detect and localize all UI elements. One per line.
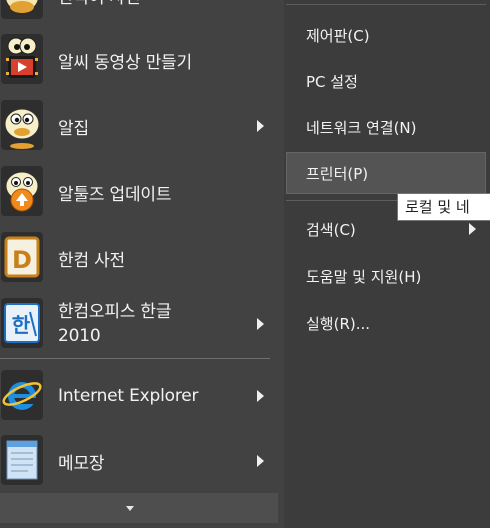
program-label-line2: 2010 — [58, 326, 101, 346]
program-label: 메모장 — [58, 453, 105, 474]
program-label: 알툴즈 업데이트 — [58, 184, 172, 205]
program-item-hancom-dictionary[interactable]: D 한컴 사전 — [0, 227, 282, 289]
program-label: 한국어 사전 — [58, 0, 141, 26]
link-pc-settings[interactable]: PC 설정 — [286, 62, 486, 100]
altools-update-icon — [0, 164, 44, 218]
program-label: 한컴오피스 한글 2010 — [58, 293, 171, 355]
program-label: Internet Explorer — [58, 386, 199, 406]
link-label: 프린터(P) — [306, 164, 369, 183]
program-item-alzip[interactable]: 알집 — [0, 95, 282, 157]
program-item-hancom-hangul[interactable]: 한 한컴오피스 한글 2010 — [0, 293, 282, 355]
hancom-dictionary-icon: D — [0, 230, 44, 284]
program-item-partial[interactable]: 한국어 사전 — [0, 0, 282, 26]
program-label: 알씨 동영상 만들기 — [58, 52, 192, 73]
link-label: 실행(R)... — [306, 314, 371, 333]
link-label: PC 설정 — [306, 72, 358, 91]
program-label: 한컴 사전 — [58, 250, 125, 271]
link-control-panel[interactable]: 제어판(C) — [286, 16, 486, 54]
separator — [0, 358, 270, 359]
program-item-altools-update[interactable]: 알툴즈 업데이트 — [0, 161, 282, 223]
program-item-internet-explorer[interactable]: Internet Explorer — [0, 365, 282, 427]
link-label: 검색(C) — [306, 220, 356, 239]
submenu-arrow-icon — [257, 120, 264, 132]
link-label: 제어판(C) — [306, 26, 370, 45]
link-label: 네트워크 연결(N) — [306, 118, 417, 137]
link-help-support[interactable]: 도움말 및 지원(H) — [286, 257, 486, 295]
link-run[interactable]: 실행(R)... — [286, 304, 486, 342]
submenu-arrow-icon — [257, 455, 264, 467]
program-item-notepad[interactable]: 메모장 — [0, 430, 282, 492]
program-label-line1: 한컴오피스 한글 — [58, 302, 172, 322]
link-label: 도움말 및 지원(H) — [306, 267, 422, 286]
submenu-arrow-icon — [257, 318, 264, 330]
separator — [286, 4, 486, 5]
alzip-mascot-icon — [0, 0, 44, 21]
scroll-down-button[interactable] — [0, 493, 278, 523]
chevron-down-icon — [126, 506, 134, 511]
internet-explorer-icon — [0, 368, 44, 422]
svg-text:D: D — [12, 246, 32, 274]
svg-text:한: 한 — [12, 313, 31, 337]
link-network-connections[interactable]: 네트워크 연결(N) — [286, 108, 486, 146]
alsee-movie-maker-icon — [0, 32, 44, 86]
program-label: 알집 — [58, 118, 89, 139]
programs-pane: 한국어 사전 알씨 동영상 만들기 — [0, 0, 284, 528]
submenu-arrow-icon — [469, 223, 476, 235]
program-item-alsee-movie[interactable]: 알씨 동영상 만들기 — [0, 29, 282, 91]
submenu-arrow-icon — [257, 390, 264, 402]
alzip-icon — [0, 98, 44, 152]
tooltip: 로컬 및 네 — [397, 193, 490, 221]
notepad-icon — [0, 433, 44, 487]
hancom-hangul-icon: 한 — [0, 296, 44, 350]
links-pane: 제어판(C) PC 설정 네트워크 연결(N) 프린터(P) 검색(C) 도움말… — [284, 0, 490, 528]
link-printers[interactable]: 프린터(P) — [286, 152, 486, 194]
